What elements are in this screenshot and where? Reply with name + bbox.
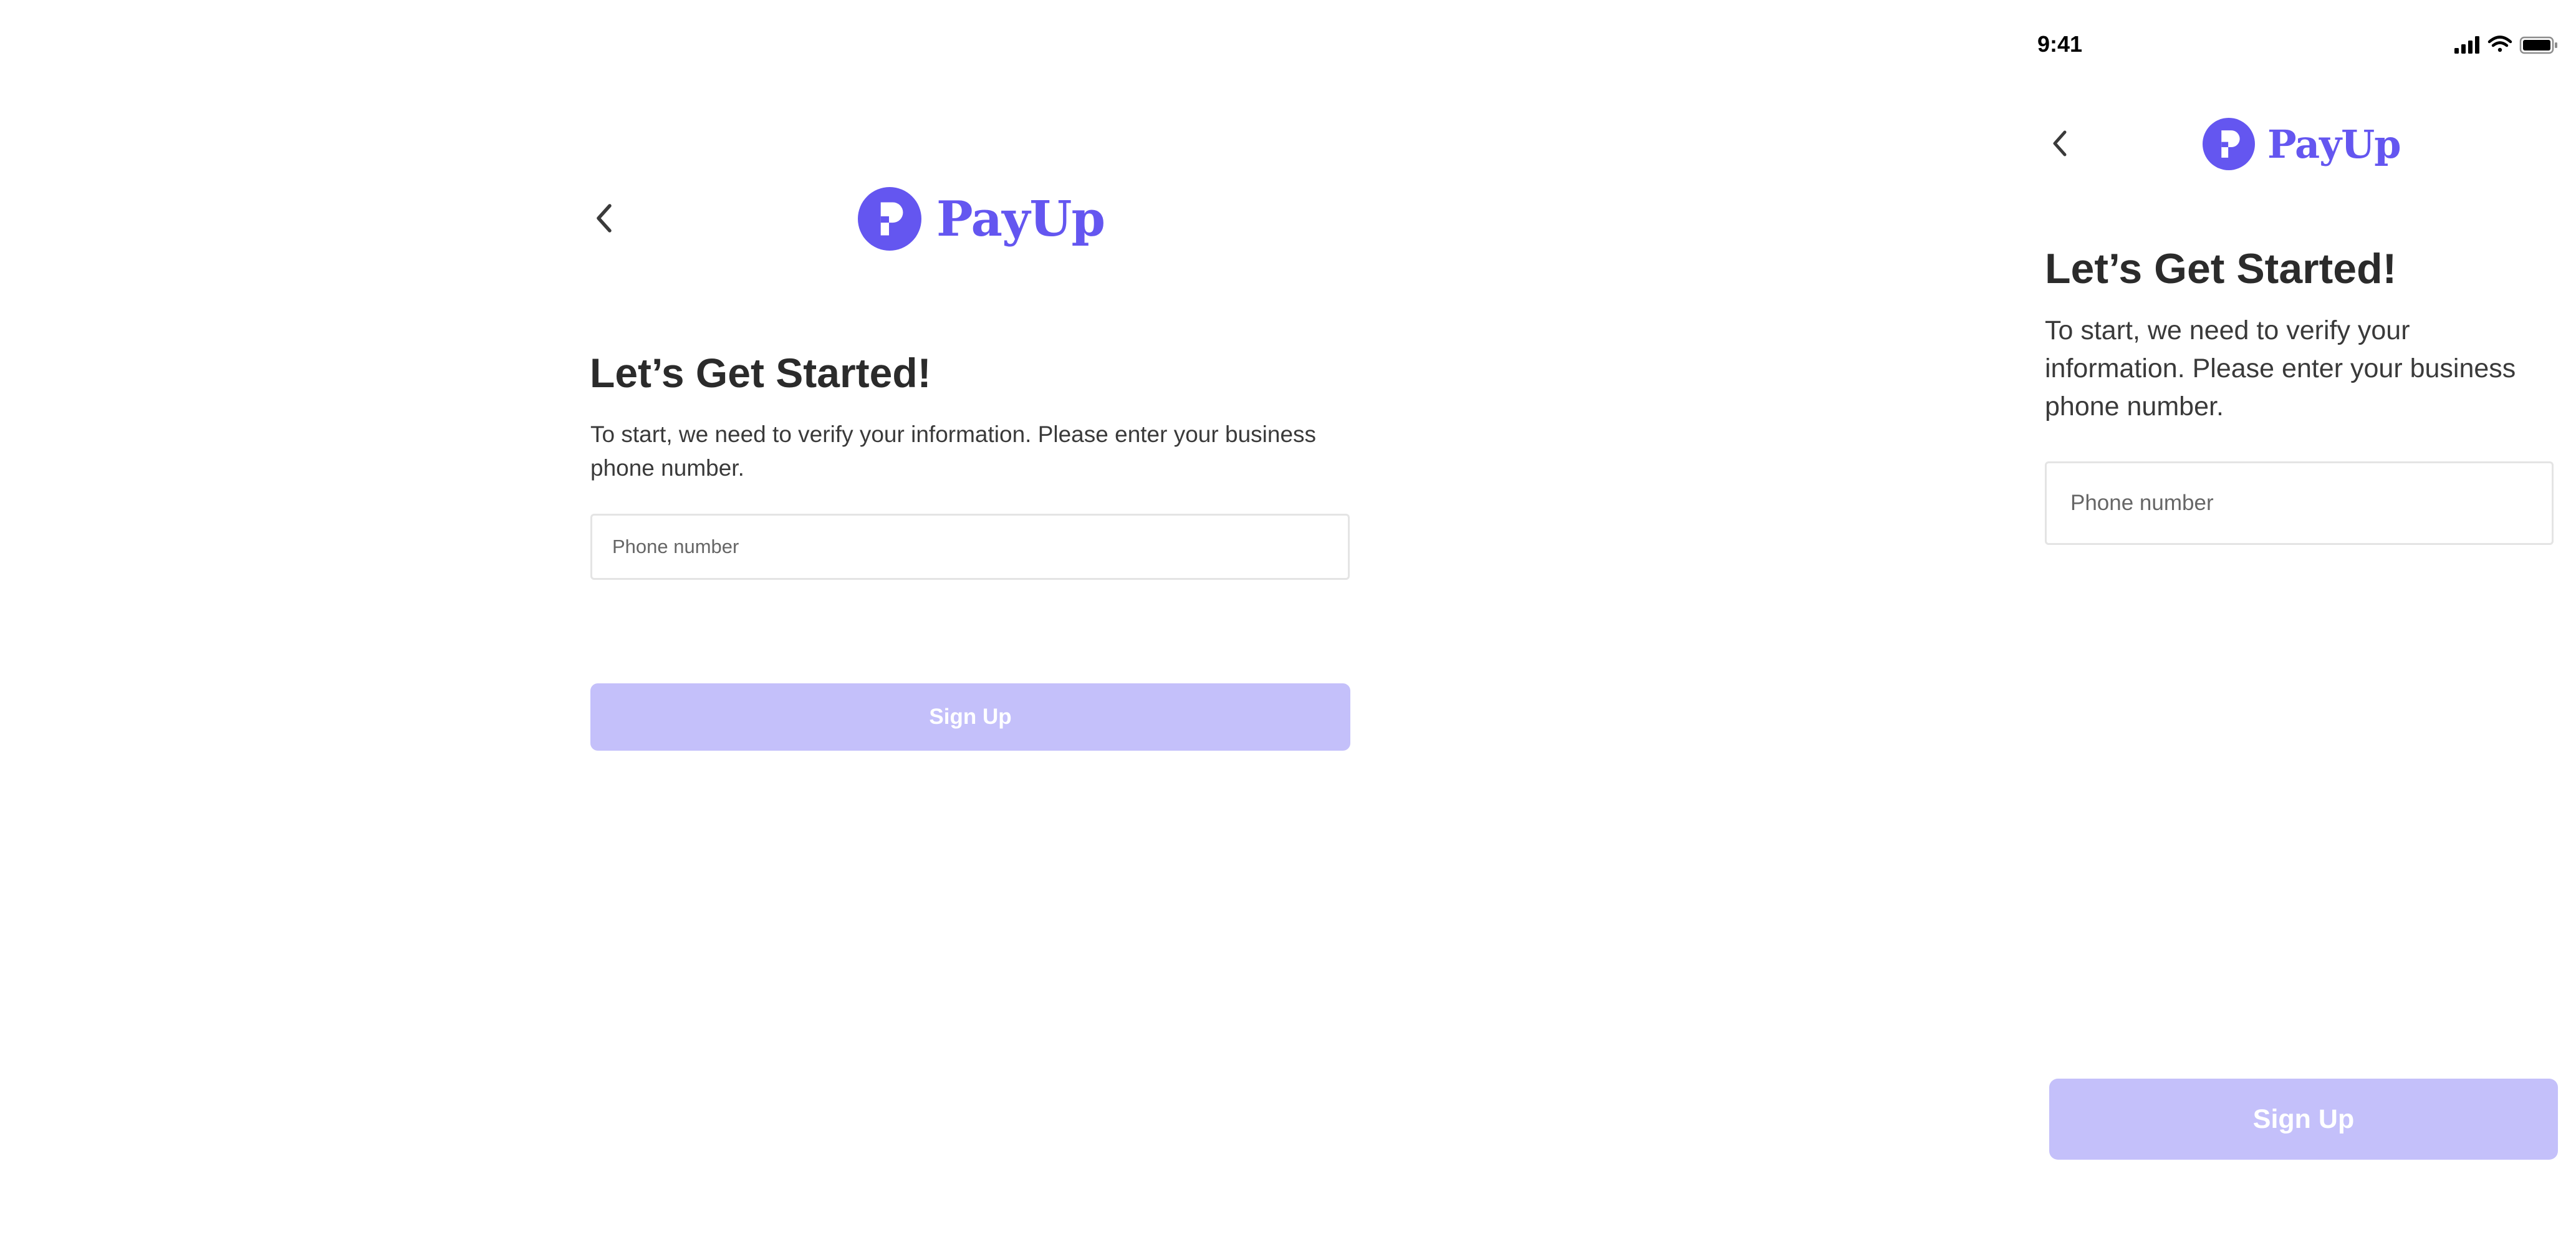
status-bar-time: 9:41 <box>2037 31 2083 57</box>
brand-name: PayUp <box>936 190 1105 248</box>
page-title: Let’s Get Started! <box>2045 245 2397 292</box>
brand-name: PayUp <box>2267 121 2401 167</box>
sign-up-button[interactable]: Sign Up <box>590 683 1350 751</box>
brand-logo: PayUp <box>858 185 1105 253</box>
cellular-signal-icon <box>2454 36 2479 54</box>
page-description: To start, we need to verify your informa… <box>590 421 1317 481</box>
mobile-signup-screen: 9:41 PayUp Let’s Get Started! To start, … <box>2014 0 2576 1237</box>
sign-up-button[interactable]: Sign Up <box>2049 1079 2558 1160</box>
payup-logo-icon <box>858 187 921 251</box>
back-button[interactable] <box>586 200 623 237</box>
brand-logo: PayUp <box>2203 117 2401 171</box>
chevron-left-icon <box>2053 130 2067 156</box>
desktop-signup-screen: PayUp Let’s Get Started! To start, we ne… <box>0 0 1995 1237</box>
wifi-icon <box>2487 36 2512 52</box>
phone-number-input[interactable] <box>590 514 1350 580</box>
page-title: Let’s Get Started! <box>590 350 931 396</box>
battery-icon <box>2519 36 2557 54</box>
back-button[interactable] <box>2044 127 2077 160</box>
status-bar-icons <box>2454 36 2557 54</box>
payup-logo-icon <box>2203 118 2255 170</box>
chevron-left-icon <box>597 204 612 233</box>
phone-number-input[interactable] <box>2045 461 2554 545</box>
page-description: To start, we need to verify your informa… <box>2045 315 2516 421</box>
